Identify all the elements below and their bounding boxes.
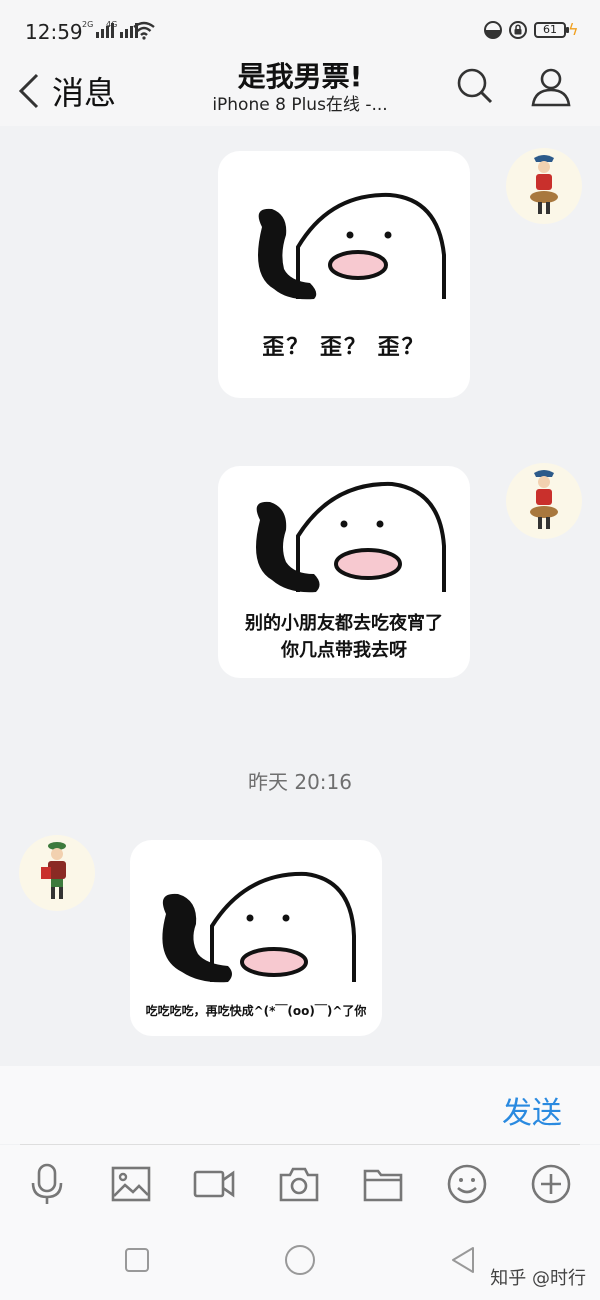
sticker-image bbox=[162, 871, 356, 983]
wifi-icon bbox=[133, 21, 155, 40]
chat-title: 是我男票! bbox=[237, 60, 363, 93]
status-bar: 12:59 2G 4G 61 ϟ bbox=[0, 0, 600, 58]
sticker-message[interactable]: 吃吃吃吃，再吃快成^(*￣(oo)￣)^了你 bbox=[130, 840, 382, 1036]
microphone-icon[interactable] bbox=[26, 1163, 68, 1205]
avatar-illustration bbox=[530, 155, 558, 214]
home-icon[interactable] bbox=[284, 1244, 316, 1276]
back-nav-icon[interactable] bbox=[450, 1245, 476, 1275]
profile-icon[interactable] bbox=[530, 66, 572, 108]
plus-icon[interactable] bbox=[530, 1163, 572, 1205]
back-label: 消息 bbox=[52, 74, 117, 112]
camera-icon[interactable] bbox=[278, 1163, 320, 1205]
folder-icon[interactable] bbox=[362, 1163, 404, 1205]
sticker-caption: 别的小朋友都去吃夜宵了 你几点带我去呀 bbox=[245, 613, 443, 661]
avatar-illustration bbox=[530, 470, 558, 529]
avatar-illustration bbox=[41, 842, 66, 899]
sticker-message[interactable]: 别的小朋友都去吃夜宵了 你几点带我去呀 bbox=[218, 466, 470, 678]
emoji-icon[interactable] bbox=[446, 1163, 488, 1205]
eye-comfort-icon bbox=[484, 21, 502, 39]
chat-title-block[interactable]: 是我男票! iPhone 8 Plus在线 -... bbox=[190, 60, 410, 116]
video-icon[interactable] bbox=[193, 1163, 235, 1205]
online-status: iPhone 8 Plus在线 -... bbox=[212, 95, 388, 115]
message-list[interactable]: 歪？ 歪？ 歪？ 别的小朋友都去吃夜宵了 你几点带我去呀 昨天 20:16 吃吃… bbox=[0, 126, 600, 1066]
input-toolbar bbox=[0, 1145, 600, 1225]
image-icon[interactable] bbox=[110, 1163, 152, 1205]
input-bar[interactable]: 发送 bbox=[0, 1066, 600, 1144]
contact-avatar[interactable] bbox=[19, 835, 95, 911]
sticker-image bbox=[258, 192, 446, 300]
chevron-left-icon bbox=[18, 73, 39, 109]
recent-apps-icon[interactable] bbox=[124, 1247, 150, 1273]
sticker-caption: 吃吃吃吃，再吃快成^(*￣(oo)￣)^了你 bbox=[145, 1004, 367, 1018]
send-button[interactable]: 发送 bbox=[502, 1088, 562, 1132]
status-time: 12:59 bbox=[25, 20, 83, 44]
battery-icon: 61 bbox=[534, 22, 569, 38]
sticker-image bbox=[256, 481, 446, 593]
charging-icon: ϟ bbox=[568, 20, 579, 39]
watermark: 知乎 @时行 bbox=[490, 1268, 586, 1289]
chat-header: 消息 是我男票! iPhone 8 Plus在线 -... bbox=[0, 58, 600, 126]
search-icon[interactable] bbox=[456, 66, 494, 106]
sticker-message[interactable]: 歪？ 歪？ 歪？ bbox=[218, 151, 470, 398]
my-avatar[interactable] bbox=[506, 148, 582, 224]
lock-rotation-icon bbox=[509, 21, 527, 39]
back-button[interactable]: 消息 bbox=[18, 66, 116, 116]
sticker-caption: 歪？ 歪？ 歪？ bbox=[262, 335, 426, 360]
message-timestamp: 昨天 20:16 bbox=[248, 770, 352, 794]
my-avatar[interactable] bbox=[506, 463, 582, 539]
